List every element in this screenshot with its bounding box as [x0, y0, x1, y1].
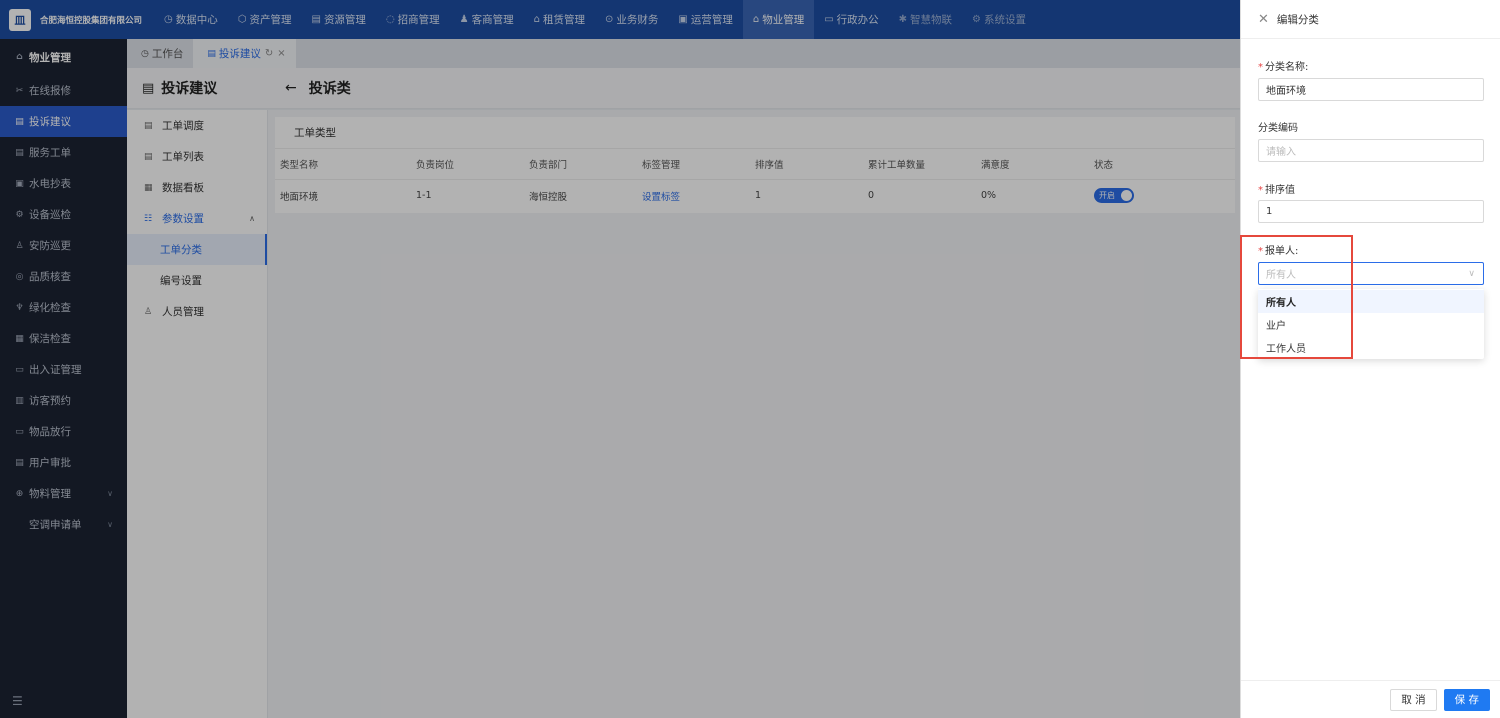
- category-name-input[interactable]: 地面环境: [1258, 78, 1484, 101]
- drawer-title: 编辑分类: [1276, 13, 1319, 26]
- highlight-annotation-box: [1240, 235, 1353, 359]
- required-mark: *: [1258, 62, 1263, 73]
- category-code-input[interactable]: 请输入: [1258, 139, 1484, 162]
- drawer-footer: 取 消 保 存: [1241, 680, 1500, 718]
- save-button[interactable]: 保 存: [1443, 688, 1490, 711]
- sort-value-label: * 排序值: [1258, 185, 1295, 196]
- sort-value-input[interactable]: 1: [1258, 200, 1484, 223]
- category-code-label: 分类编码: [1258, 123, 1298, 134]
- modal-mask[interactable]: [0, 0, 1240, 718]
- chevron-down-icon: ∨: [1468, 268, 1475, 279]
- close-icon[interactable]: ✕: [1258, 12, 1269, 27]
- cancel-button[interactable]: 取 消: [1390, 688, 1437, 711]
- required-mark: *: [1258, 185, 1263, 196]
- edit-category-drawer: ✕ 编辑分类 * 分类名称: 地面环境 分类编码 请输入 * 排序值 1 * 报单人:…: [1240, 0, 1500, 718]
- drawer-header: ✕ 编辑分类: [1241, 0, 1500, 39]
- category-name-label: * 分类名称:: [1258, 62, 1309, 73]
